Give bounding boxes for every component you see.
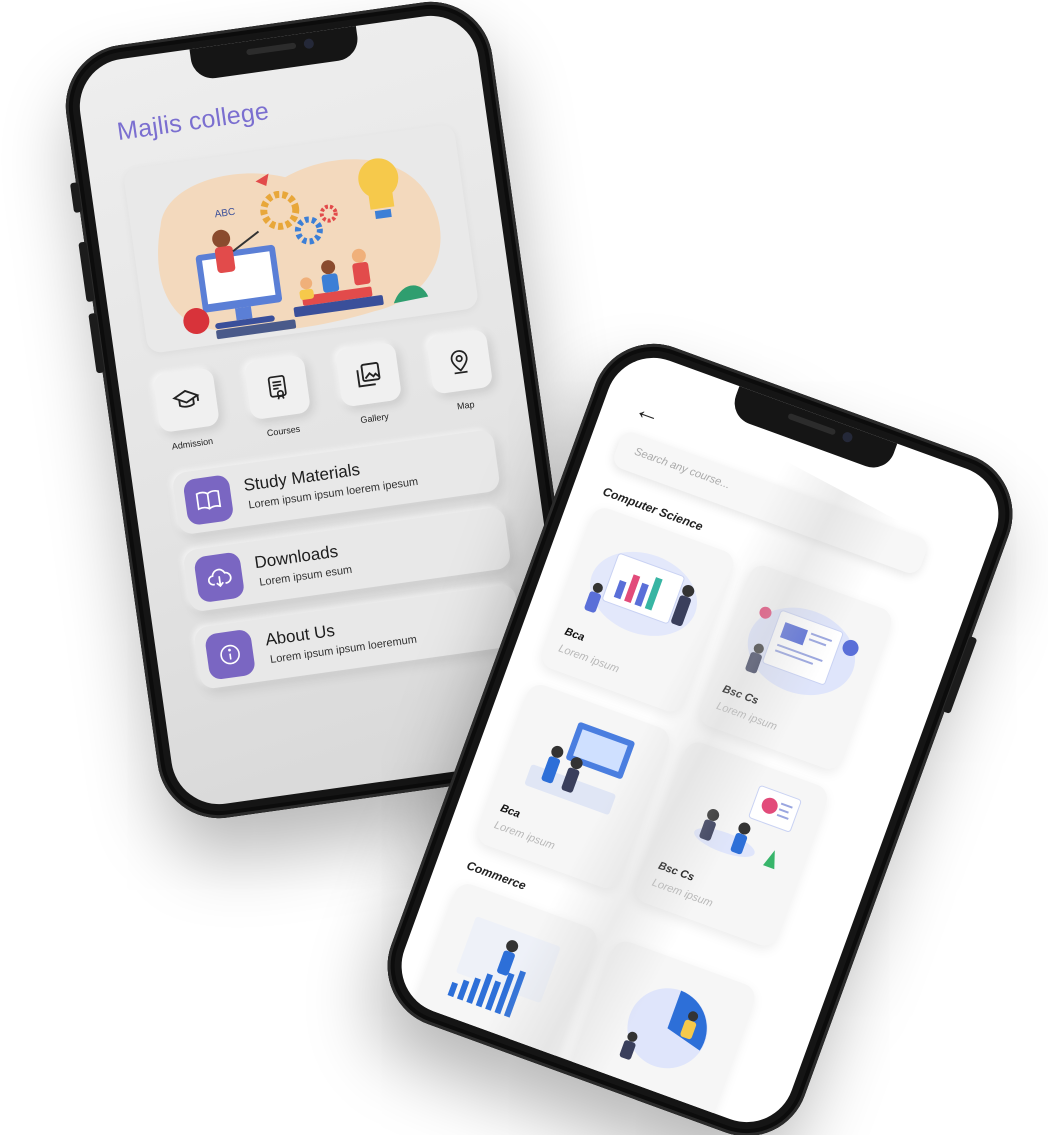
quick-link-label: Gallery <box>359 411 390 426</box>
quick-link-admission[interactable]: Admission <box>146 366 230 454</box>
pie-analysis-illustration <box>619 988 708 1069</box>
course-subtitle: Lorem ipsum <box>492 819 557 853</box>
graduation-cap-icon <box>172 389 200 408</box>
app-title: Majlis college <box>115 97 271 147</box>
bar-growth-illustration <box>447 916 561 1018</box>
course-card-commerce-2[interactable] <box>559 937 759 1135</box>
book-icon <box>195 489 222 511</box>
volume-down-button <box>88 312 105 374</box>
quick-link-gallery[interactable]: Gallery <box>328 341 412 429</box>
search-placeholder: Search any course... <box>632 445 732 492</box>
course-name: Bca <box>562 625 587 644</box>
analytics-illustration <box>584 551 698 636</box>
course-subtitle: Lorem ipsum <box>714 700 779 734</box>
course-card-commerce-1[interactable] <box>401 880 601 1092</box>
certificate-icon <box>267 375 287 400</box>
hero-illustration: ABC <box>122 123 480 355</box>
quick-link-label: Admission <box>171 435 214 452</box>
info-icon <box>220 644 240 665</box>
cloud-download-icon <box>207 568 232 588</box>
notch <box>728 384 898 474</box>
volume-up-button <box>78 241 95 303</box>
team-presentation-illustration <box>525 722 635 815</box>
course-name: Bca <box>498 802 522 821</box>
back-arrow-icon[interactable]: ← <box>631 393 666 431</box>
course-card-bsc-cs[interactable]: Bsc Cs Lorem ipsum <box>696 561 896 773</box>
quick-link-label: Courses <box>266 423 301 439</box>
quick-link-label: Map <box>456 399 476 412</box>
map-pin-icon <box>450 350 468 375</box>
course-card-bca[interactable]: Bca Lorem ipsum <box>538 504 738 716</box>
notch <box>189 23 361 82</box>
quick-link-map[interactable]: Map <box>419 328 503 416</box>
course-card-bca-2[interactable]: Bca Lorem ipsum <box>473 680 674 893</box>
quick-link-courses[interactable]: Courses <box>237 354 321 442</box>
course-subtitle: Lorem ipsum <box>556 642 621 676</box>
mute-switch <box>69 182 83 213</box>
gallery-icon <box>356 362 381 388</box>
course-card-bsc-cs-2[interactable]: Bsc Cs Lorem ipsum <box>631 738 831 950</box>
course-subtitle: Lorem ipsum <box>650 876 715 910</box>
